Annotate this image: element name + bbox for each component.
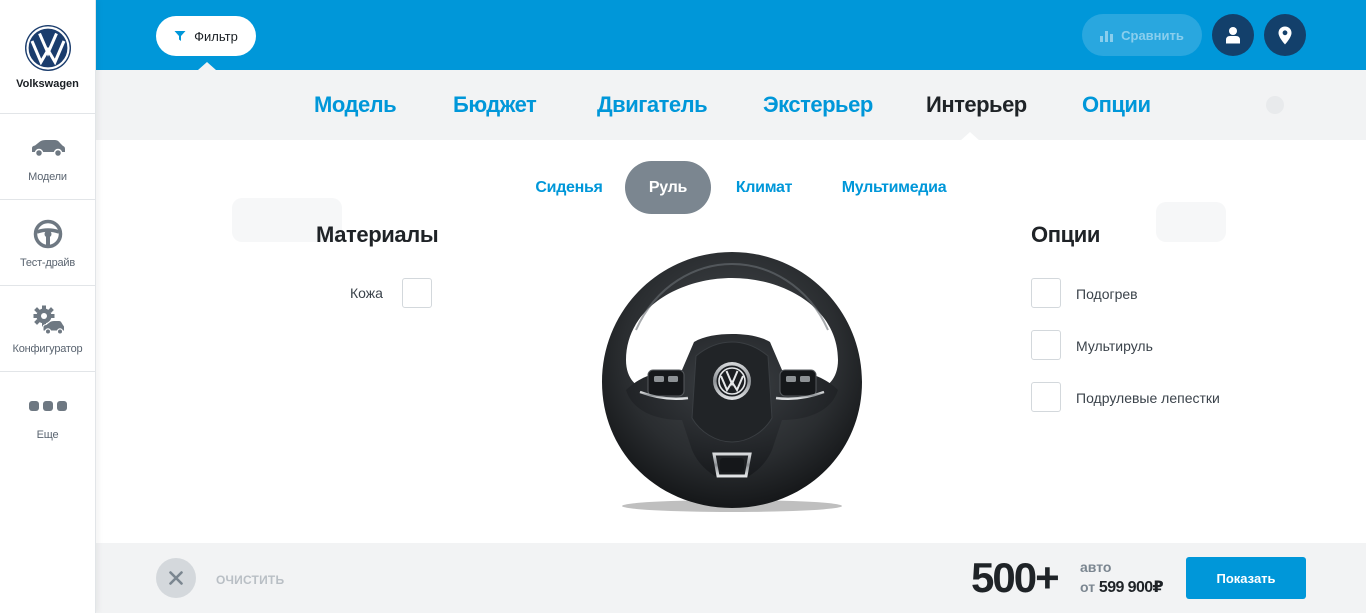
sidebar-item-models[interactable]: Модели [0, 114, 95, 200]
subtab-seats[interactable]: Сиденья [524, 161, 614, 214]
top-bar: Фильтр Сравнить [96, 0, 1366, 70]
bar-chart-icon [1100, 30, 1114, 42]
location-pin-icon [1278, 26, 1292, 44]
price-value: 599 900₽ [1098, 579, 1164, 596]
price-prefix: от [1080, 579, 1096, 595]
profile-button[interactable] [1212, 14, 1254, 56]
close-icon [169, 571, 183, 585]
sidebar-item-test-drive[interactable]: Тест-драйв [0, 200, 95, 286]
sidebar-item-configurator[interactable]: Конфигуратор [0, 286, 95, 372]
sidebar-item-label: Модели [28, 170, 67, 183]
option-multi-wheel-label: Мультируль [1076, 338, 1153, 354]
more-dots-icon [28, 389, 68, 423]
material-leather-label: Кожа [350, 285, 383, 301]
compare-button[interactable]: Сравнить [1082, 14, 1202, 56]
material-leather-checkbox[interactable] [402, 278, 432, 308]
location-button[interactable] [1264, 14, 1306, 56]
sidebar: Volkswagen Модели Тест-драйв Конфигурато… [0, 0, 96, 613]
user-icon [1226, 27, 1240, 44]
steering-wheel-image [602, 252, 862, 512]
brand-logo[interactable]: Volkswagen [0, 0, 95, 114]
result-count: 500+ [971, 554, 1060, 601]
category-model[interactable]: Модель [314, 92, 397, 118]
category-options[interactable]: Опции [1082, 92, 1151, 118]
bottom-bar: очистить 500+ авто от 599 900₽ Показать [96, 543, 1366, 613]
clear-label[interactable]: очистить [216, 573, 284, 587]
option-heating-checkbox[interactable] [1031, 278, 1061, 308]
category-budget[interactable]: Бюджет [453, 92, 537, 118]
materials-title: Материалы [316, 222, 439, 247]
filter-label: Фильтр [194, 28, 238, 44]
sidebar-item-label: Конфигуратор [12, 342, 83, 355]
category-engine[interactable]: Двигатель [597, 92, 708, 118]
result-unit: авто [1080, 559, 1112, 575]
sidebar-item-label: Тест-драйв [19, 256, 76, 269]
filter-caret [198, 62, 216, 70]
funnel-icon [174, 31, 186, 41]
option-paddles-label: Подрулевые лепестки [1076, 390, 1220, 406]
subtab-multimedia[interactable]: Мультимедиа [830, 161, 958, 214]
category-nav: Модель Бюджет Двигатель Экстерьер Интерь… [96, 70, 1366, 141]
brand-name: Volkswagen [16, 77, 79, 90]
category-exterior[interactable]: Экстерьер [763, 92, 873, 118]
clear-button[interactable] [156, 558, 196, 598]
category-interior[interactable]: Интерьер [926, 92, 1027, 118]
gear-car-icon [28, 303, 68, 337]
subtab-climate[interactable]: Климат [724, 161, 804, 214]
option-multi-wheel-checkbox[interactable] [1031, 330, 1061, 360]
steering-wheel-icon [28, 217, 68, 251]
subtabs: Сиденья Руль Климат Мультимедиа [0, 161, 1366, 214]
price-line: от 599 900₽ [1080, 577, 1164, 597]
sidebar-item-more[interactable]: Еще [0, 372, 95, 458]
options-title: Опции [1031, 222, 1100, 247]
show-results-button[interactable]: Показать [1186, 557, 1306, 599]
vw-logo-icon [24, 24, 71, 71]
car-icon [28, 131, 68, 165]
option-paddles-checkbox[interactable] [1031, 382, 1061, 412]
option-heating-label: Подогрев [1076, 286, 1138, 302]
background-dot [1266, 96, 1284, 114]
subtab-steering[interactable]: Руль [625, 161, 711, 214]
compare-label: Сравнить [1121, 27, 1184, 43]
sidebar-item-label: Еще [36, 429, 59, 441]
filter-button[interactable]: Фильтр [156, 16, 256, 56]
